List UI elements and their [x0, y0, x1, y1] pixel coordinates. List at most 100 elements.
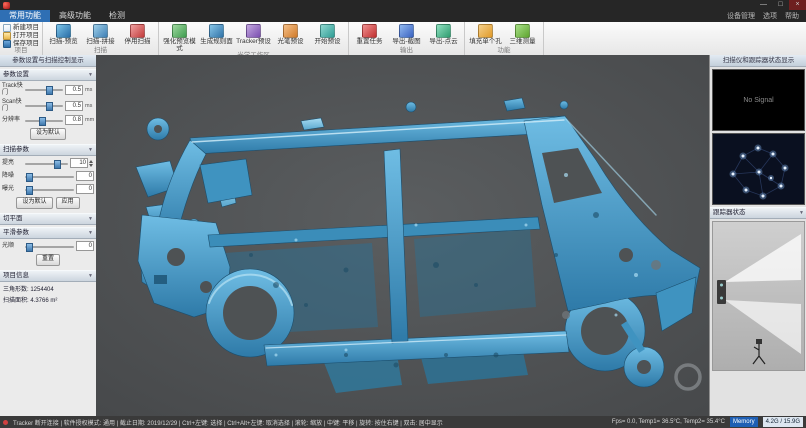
- section-params-label: 参数设置: [3, 70, 29, 80]
- fill-hole-button[interactable]: 填充单个孔: [468, 23, 503, 46]
- brightness-slider[interactable]: [25, 159, 68, 168]
- slider-track: [25, 89, 63, 91]
- slider-handle[interactable]: [39, 117, 46, 126]
- enhanced-preview-button[interactable]: 强化预览模式: [162, 23, 197, 52]
- minimize-button[interactable]: —: [755, 0, 772, 10]
- tracker-preset-icon: [246, 24, 261, 38]
- scan-set-default-button[interactable]: 设为默认: [16, 197, 52, 209]
- smoothness-slider[interactable]: [25, 242, 74, 251]
- slider-handle[interactable]: [46, 86, 53, 95]
- scan-area-label: 扫描面积:: [3, 298, 29, 304]
- export-screenshot-label: 导出-截图: [392, 39, 420, 46]
- denoise-value[interactable]: 0: [76, 171, 94, 181]
- tracker-status-label: 跟踪器状态: [713, 208, 746, 218]
- resolution-row: 分辨率 0.8 mm: [0, 113, 96, 126]
- open-project-button[interactable]: 打开项目: [3, 32, 39, 39]
- probe-preset-label: 光笔预设: [278, 39, 304, 46]
- measure-3d-button[interactable]: 三维测量: [505, 23, 540, 46]
- section-header-project-info[interactable]: 项目信息 ▼: [0, 270, 96, 282]
- brightness-spinner[interactable]: 10: [70, 158, 94, 168]
- ribbon-toolbar: 新建项目 打开项目 保存项目 项目 扫描-预览: [0, 22, 806, 56]
- section-header-tracker-status[interactable]: 跟踪器状态 ▼: [710, 207, 806, 219]
- collapse-icon: ▼: [88, 214, 93, 224]
- section-header-smooth[interactable]: 平滑参数 ▼: [0, 227, 96, 239]
- smoothness-row: 光顺 0: [0, 239, 96, 252]
- resolution-slider[interactable]: [25, 116, 63, 125]
- collapse-icon: ▼: [88, 70, 93, 80]
- open-project-icon: [3, 32, 11, 40]
- viewport-3d[interactable]: [96, 55, 709, 416]
- section-header-scan-params[interactable]: 扫描参数 ▼: [0, 144, 96, 156]
- menu-device-manager[interactable]: 设备管理: [724, 11, 758, 21]
- track-shutter-value[interactable]: 0.5: [65, 85, 83, 95]
- start-preset-button[interactable]: 开始预设: [310, 23, 345, 46]
- slider-handle[interactable]: [26, 173, 33, 182]
- exposure-label: 曝光: [2, 186, 23, 193]
- denoise-slider[interactable]: [25, 172, 74, 181]
- spin-down-icon[interactable]: [89, 164, 93, 167]
- menu-help[interactable]: 帮助: [782, 11, 802, 21]
- export-screenshot-button[interactable]: 导出-截图: [389, 23, 424, 46]
- new-project-button[interactable]: 新建项目: [3, 24, 39, 31]
- scanner-app-window: — □ × 常用功能 高级功能 检测 设备管理 选项 帮助 新建项目: [0, 0, 806, 428]
- resolution-value[interactable]: 0.8: [65, 115, 83, 125]
- open-project-label: 打开项目: [13, 32, 39, 39]
- close-button[interactable]: ×: [789, 0, 806, 10]
- scan-shutter-row: Scan快门 0.5 ms: [0, 97, 96, 113]
- export-pointcloud-button[interactable]: 导出-点云: [426, 23, 461, 46]
- probe-preset-icon: [283, 24, 298, 38]
- fill-hole-icon: [478, 24, 493, 38]
- brightness-value[interactable]: 10: [70, 158, 88, 168]
- reset-task-label: 重置任务: [357, 39, 383, 46]
- maximize-button[interactable]: □: [772, 0, 789, 10]
- probe-preset-button[interactable]: 光笔预设: [273, 23, 308, 46]
- scanner-status-title: 扫描仪和跟踪器状态显示: [710, 55, 806, 67]
- spinner-arrows[interactable]: [88, 160, 94, 167]
- menubar-right: 设备管理 选项 帮助: [724, 10, 806, 22]
- slider-handle[interactable]: [26, 243, 33, 252]
- section-header-params[interactable]: 参数设置 ▼: [0, 69, 96, 81]
- params-set-default-button[interactable]: 设为默认: [30, 128, 66, 140]
- camera-feed-box: No Signal: [712, 69, 805, 131]
- tracker-preset-button[interactable]: Tracker预设: [236, 23, 271, 46]
- spin-up-icon[interactable]: [89, 160, 93, 163]
- scan-shutter-slider[interactable]: [25, 101, 63, 110]
- track-shutter-slider[interactable]: [25, 85, 63, 94]
- scan-area-row: 扫描面积: 4.3766 m²: [0, 293, 96, 304]
- export-pointcloud-label: 导出-点云: [429, 39, 457, 46]
- save-project-button[interactable]: 保存项目: [3, 40, 39, 47]
- triangle-count-row: 三角形数: 1254404: [0, 282, 96, 293]
- group-label-output: 输出: [352, 47, 461, 55]
- save-project-label: 保存项目: [13, 40, 39, 47]
- scan-align-button[interactable]: 扫描-拼接: [83, 23, 118, 46]
- exposure-slider[interactable]: [25, 185, 74, 194]
- exposure-value[interactable]: 0: [76, 184, 94, 194]
- smooth-reset-button[interactable]: 重置: [36, 254, 60, 266]
- group-label-tools: 功能: [468, 47, 540, 55]
- section-clip-label: 切平面: [3, 214, 23, 224]
- reset-task-button[interactable]: 重置任务: [352, 23, 387, 46]
- scan-align-label: 扫描-拼接: [86, 39, 114, 46]
- menu-options[interactable]: 选项: [760, 11, 780, 21]
- section-header-clip-plane[interactable]: 切平面 ▼: [0, 213, 96, 225]
- tab-common-functions[interactable]: 常用功能: [0, 10, 50, 22]
- tracker-disconnected-icon: [3, 420, 8, 425]
- statusbar: Tracker 断开连接 | 软件授权模式: 通用 | 截止日期: 2019/1…: [0, 416, 806, 428]
- scan-preview-button[interactable]: 扫描-预览: [46, 23, 81, 46]
- stop-scan-button[interactable]: 停用扫描: [120, 23, 155, 46]
- measure-3d-icon: [515, 24, 530, 38]
- scan-apply-button[interactable]: 应用: [56, 197, 80, 209]
- tab-inspection[interactable]: 检测: [100, 10, 134, 22]
- scan-mesh-car-body-frame[interactable]: [96, 55, 709, 416]
- tab-advanced-functions[interactable]: 高级功能: [50, 10, 100, 22]
- resolution-unit: mm: [85, 117, 94, 123]
- slider-handle[interactable]: [54, 160, 61, 169]
- slider-handle[interactable]: [46, 102, 53, 111]
- track-shutter-unit: ms: [85, 87, 94, 93]
- smoothness-value[interactable]: 0: [76, 241, 94, 251]
- track-shutter-label: Track快门: [2, 83, 23, 96]
- export-screenshot-icon: [399, 24, 414, 38]
- slider-handle[interactable]: [26, 186, 33, 195]
- scan-shutter-value[interactable]: 0.5: [65, 101, 83, 111]
- generate-mesh-button[interactable]: 生成规则面: [199, 23, 234, 46]
